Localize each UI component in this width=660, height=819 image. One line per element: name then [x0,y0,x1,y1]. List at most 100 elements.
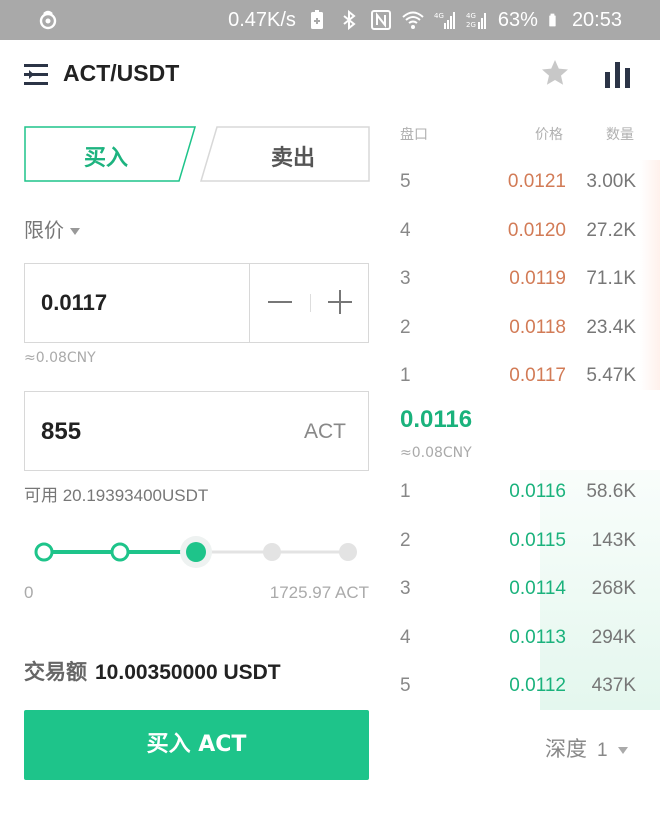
bid-qty: 143K [591,529,636,551]
depth-label: 深度 [545,737,587,761]
bluetooth-icon [343,9,356,31]
bid-price: 0.0114 [509,578,566,599]
ask-idx: 4 [400,219,411,241]
ask-price: 0.0117 [509,365,566,386]
orderbook-header-price: 价格 [535,127,563,143]
ask-price: 0.0118 [509,316,566,338]
bid-idx: 3 [400,578,411,599]
tab-buy-label: 买入 [83,146,128,171]
clock: 20:53 [571,8,622,31]
amount-unit: ACT [304,420,346,443]
pair-title[interactable]: ACT/USDT [63,60,179,87]
bid-price: 0.0116 [509,481,566,502]
bid-qty: 58.6K [586,481,636,502]
ask-idx: 5 [400,171,411,192]
ask-idx: 2 [400,316,411,338]
ask-depth-shading [640,160,660,390]
ask-qty: 27.2K [586,219,636,241]
ask-row[interactable]: 3 0.0119 71.1K [400,268,636,296]
slider-step-dot[interactable] [34,542,54,562]
tab-buy[interactable]: 买入 [24,126,196,182]
depth-select[interactable]: 深度 1 [545,733,628,763]
wifi-icon [402,11,424,29]
ask-idx: 3 [400,268,411,289]
stepper-divider [310,294,311,312]
ask-price: 0.0121 [507,171,566,192]
bid-row[interactable]: 2 0.0115 143K [400,530,636,558]
bid-idx: 5 [400,675,411,696]
bid-idx: 4 [400,626,411,648]
available-balance: 可用 20.19393400USDT [24,486,209,505]
ask-price: 0.0120 [507,219,566,241]
slider-min-label: 0 [24,583,34,602]
tab-sell[interactable]: 卖出 [200,126,370,182]
ask-row[interactable]: 1 0.0117 5.47K [400,365,636,393]
battery-saver-icon [310,10,323,29]
bid-row[interactable]: 4 0.0113 294K [400,627,636,655]
slider-step-dot[interactable] [110,542,130,562]
amount-slider[interactable] [24,530,369,574]
orderbook-header-depth: 盘口 [400,127,428,143]
menu-icon[interactable] [24,62,50,88]
bid-row[interactable]: 5 0.0112 437K [400,675,636,703]
slider-max-label: 1725.97 ACT [269,583,369,602]
bid-price: 0.0113 [509,626,566,648]
ask-qty: 5.47K [586,365,636,386]
bid-qty: 294K [591,626,636,648]
tab-sell-label: 卖出 [270,146,315,171]
bid-idx: 1 [400,481,411,502]
trade-total-label: 交易额 [24,660,87,684]
amount-input[interactable]: 855 ACT [24,391,369,471]
order-type-select[interactable]: 限价 [24,214,80,243]
amount-value[interactable]: 855 [41,418,81,446]
last-price[interactable]: 0.0116 [400,406,472,434]
bid-row[interactable]: 1 0.0116 58.6K [400,481,636,509]
trade-total-value: 10.00350000 USDT [95,661,281,684]
star-icon[interactable] [540,58,570,88]
svg-text:2G: 2G [466,21,476,29]
price-value[interactable]: 0.0117 [41,290,107,316]
ask-row[interactable]: 4 0.0120 27.2K [400,220,636,248]
slider-thumb[interactable] [186,542,206,562]
bid-row[interactable]: 3 0.0114 268K [400,578,636,606]
ask-qty: 3.00K [586,171,636,192]
svg-text:4G: 4G [434,12,444,20]
status-right: 0.47K/s 4G 4G 2G 63% 20:53 [228,6,622,34]
price-cny: ≈0.08CNY [24,350,96,366]
chevron-down-icon [70,228,80,235]
ask-idx: 1 [400,365,411,386]
battery-icon [549,13,556,27]
ask-price: 0.0119 [509,268,566,289]
bid-qty: 437K [591,675,636,696]
nfc-icon [370,10,391,30]
network-speed: 0.47K/s [228,8,296,31]
app-notification-icon [39,10,57,30]
ask-qty: 23.4K [586,316,636,338]
trade-total: 交易额 10.00350000 USDT [24,656,281,686]
depth-value: 1 [597,740,608,761]
chevron-down-icon [617,746,628,754]
ask-row[interactable]: 2 0.0118 23.4K [400,317,636,345]
ask-row[interactable]: 5 0.0121 3.00K [400,171,636,199]
orderbook-header-qty: 数量 [606,127,634,143]
signal-4g-2g-icon: 4G 2G [466,12,486,29]
slider-step-dot[interactable] [339,543,357,561]
order-type-label: 限价 [24,218,64,242]
app-header: ACT/USDT [0,40,660,112]
signal-4g-icon: 4G [434,12,455,29]
minus-icon[interactable] [266,288,294,316]
bid-qty: 268K [591,578,636,599]
price-stepper [249,264,369,342]
buy-button[interactable]: 买入 ACT [24,710,369,780]
bid-idx: 2 [400,529,411,551]
last-price-cny: ≈0.08CNY [400,445,472,461]
slider-step-dot[interactable] [263,543,281,561]
plus-icon[interactable] [326,288,354,316]
bid-price: 0.0115 [509,529,566,551]
chart-icon[interactable] [603,58,633,90]
bid-price: 0.0112 [509,675,566,696]
price-input[interactable]: 0.0117 [24,263,369,343]
svg-text:4G: 4G [466,12,476,20]
battery-percent: 63% [497,8,538,31]
status-bar: 0.47K/s 4G 4G 2G 63% 20:53 [0,0,660,40]
